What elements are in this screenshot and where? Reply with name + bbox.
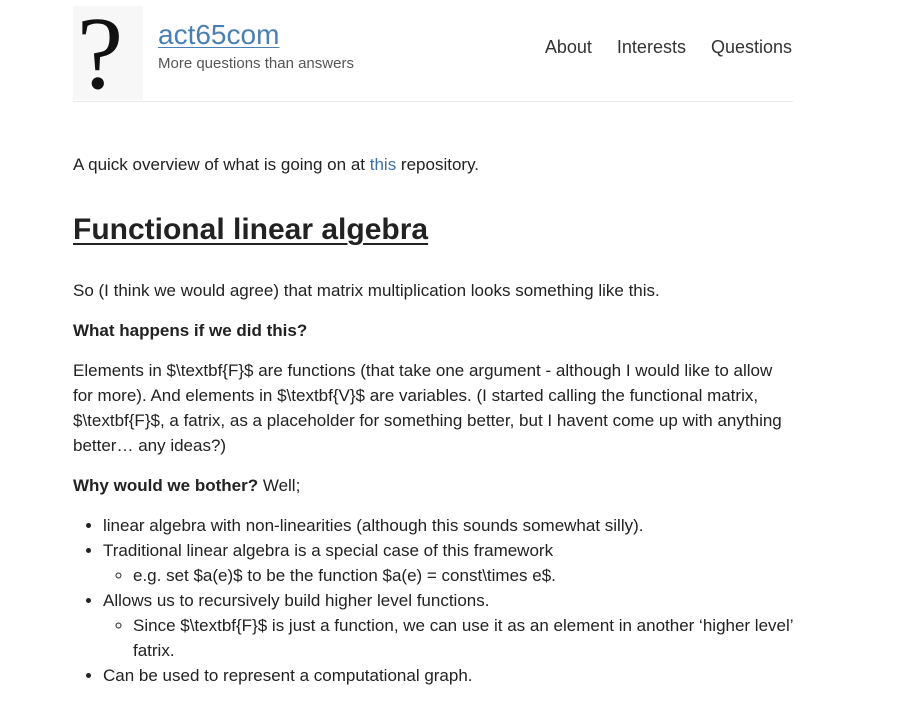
main-nav: About Interests Questions bbox=[545, 36, 792, 58]
paragraph-matrix-multiplication: So (I think we would agree) that matrix … bbox=[73, 281, 660, 300]
site-tagline: More questions than answers bbox=[158, 55, 354, 72]
site-title-link[interactable]: act65com bbox=[158, 18, 279, 52]
list-item: Traditional linear algebra is a special … bbox=[103, 538, 793, 588]
sub-list-item-text: e.g. set $a(e)$ to be the function $a(e)… bbox=[133, 566, 556, 585]
paragraph-fatrix: Elements in $\textbf{F}$ are functions (… bbox=[73, 361, 782, 455]
benefits-list: linear algebra with non-linearities (alt… bbox=[73, 513, 793, 688]
question-why-bother-bold: Why would we bother? bbox=[73, 476, 259, 495]
sub-list-item-text: Since $\textbf{F}$ is just a function, w… bbox=[133, 616, 793, 660]
question-why-bother-rest: Well; bbox=[258, 476, 301, 495]
section-heading[interactable]: Functional linear algebra bbox=[73, 212, 793, 248]
list-item-text: Traditional linear algebra is a special … bbox=[103, 541, 554, 560]
list-item: linear algebra with non-linearities (alt… bbox=[103, 513, 793, 538]
list-item: Allows us to recursively build higher le… bbox=[103, 588, 793, 663]
sub-list-item: e.g. set $a(e)$ to be the function $a(e)… bbox=[133, 563, 793, 588]
intro-suffix: repository. bbox=[396, 155, 480, 174]
nav-link-about[interactable]: About bbox=[545, 36, 592, 58]
list-item-text: linear algebra with non-linearities (alt… bbox=[103, 516, 644, 535]
question-mark-icon: ? bbox=[77, 6, 124, 100]
sub-list: Since $\textbf{F}$ is just a function, w… bbox=[103, 613, 793, 663]
sub-list: e.g. set $a(e)$ to be the function $a(e)… bbox=[103, 563, 793, 588]
sub-list-item: Since $\textbf{F}$ is just a function, w… bbox=[133, 613, 793, 663]
repository-link[interactable]: this bbox=[370, 155, 396, 174]
nav-link-interests[interactable]: Interests bbox=[617, 36, 686, 58]
nav-link-questions[interactable]: Questions bbox=[711, 36, 792, 58]
list-item-text: Allows us to recursively build higher le… bbox=[103, 591, 490, 610]
list-item: Can be used to represent a computational… bbox=[103, 663, 793, 688]
intro-paragraph: A quick overview of what is going on at … bbox=[73, 152, 793, 177]
question-what-happens: What happens if we did this? bbox=[73, 321, 308, 340]
post-content: A quick overview of what is going on at … bbox=[73, 152, 793, 688]
site-logo[interactable]: ? bbox=[73, 6, 143, 100]
intro-prefix: A quick overview of what is going on at bbox=[73, 155, 370, 174]
question-why-bother: Why would we bother? Well; bbox=[73, 473, 793, 498]
site-header: ? act65com More questions than answers A… bbox=[73, 0, 793, 102]
list-item-text: Can be used to represent a computational… bbox=[103, 666, 473, 685]
